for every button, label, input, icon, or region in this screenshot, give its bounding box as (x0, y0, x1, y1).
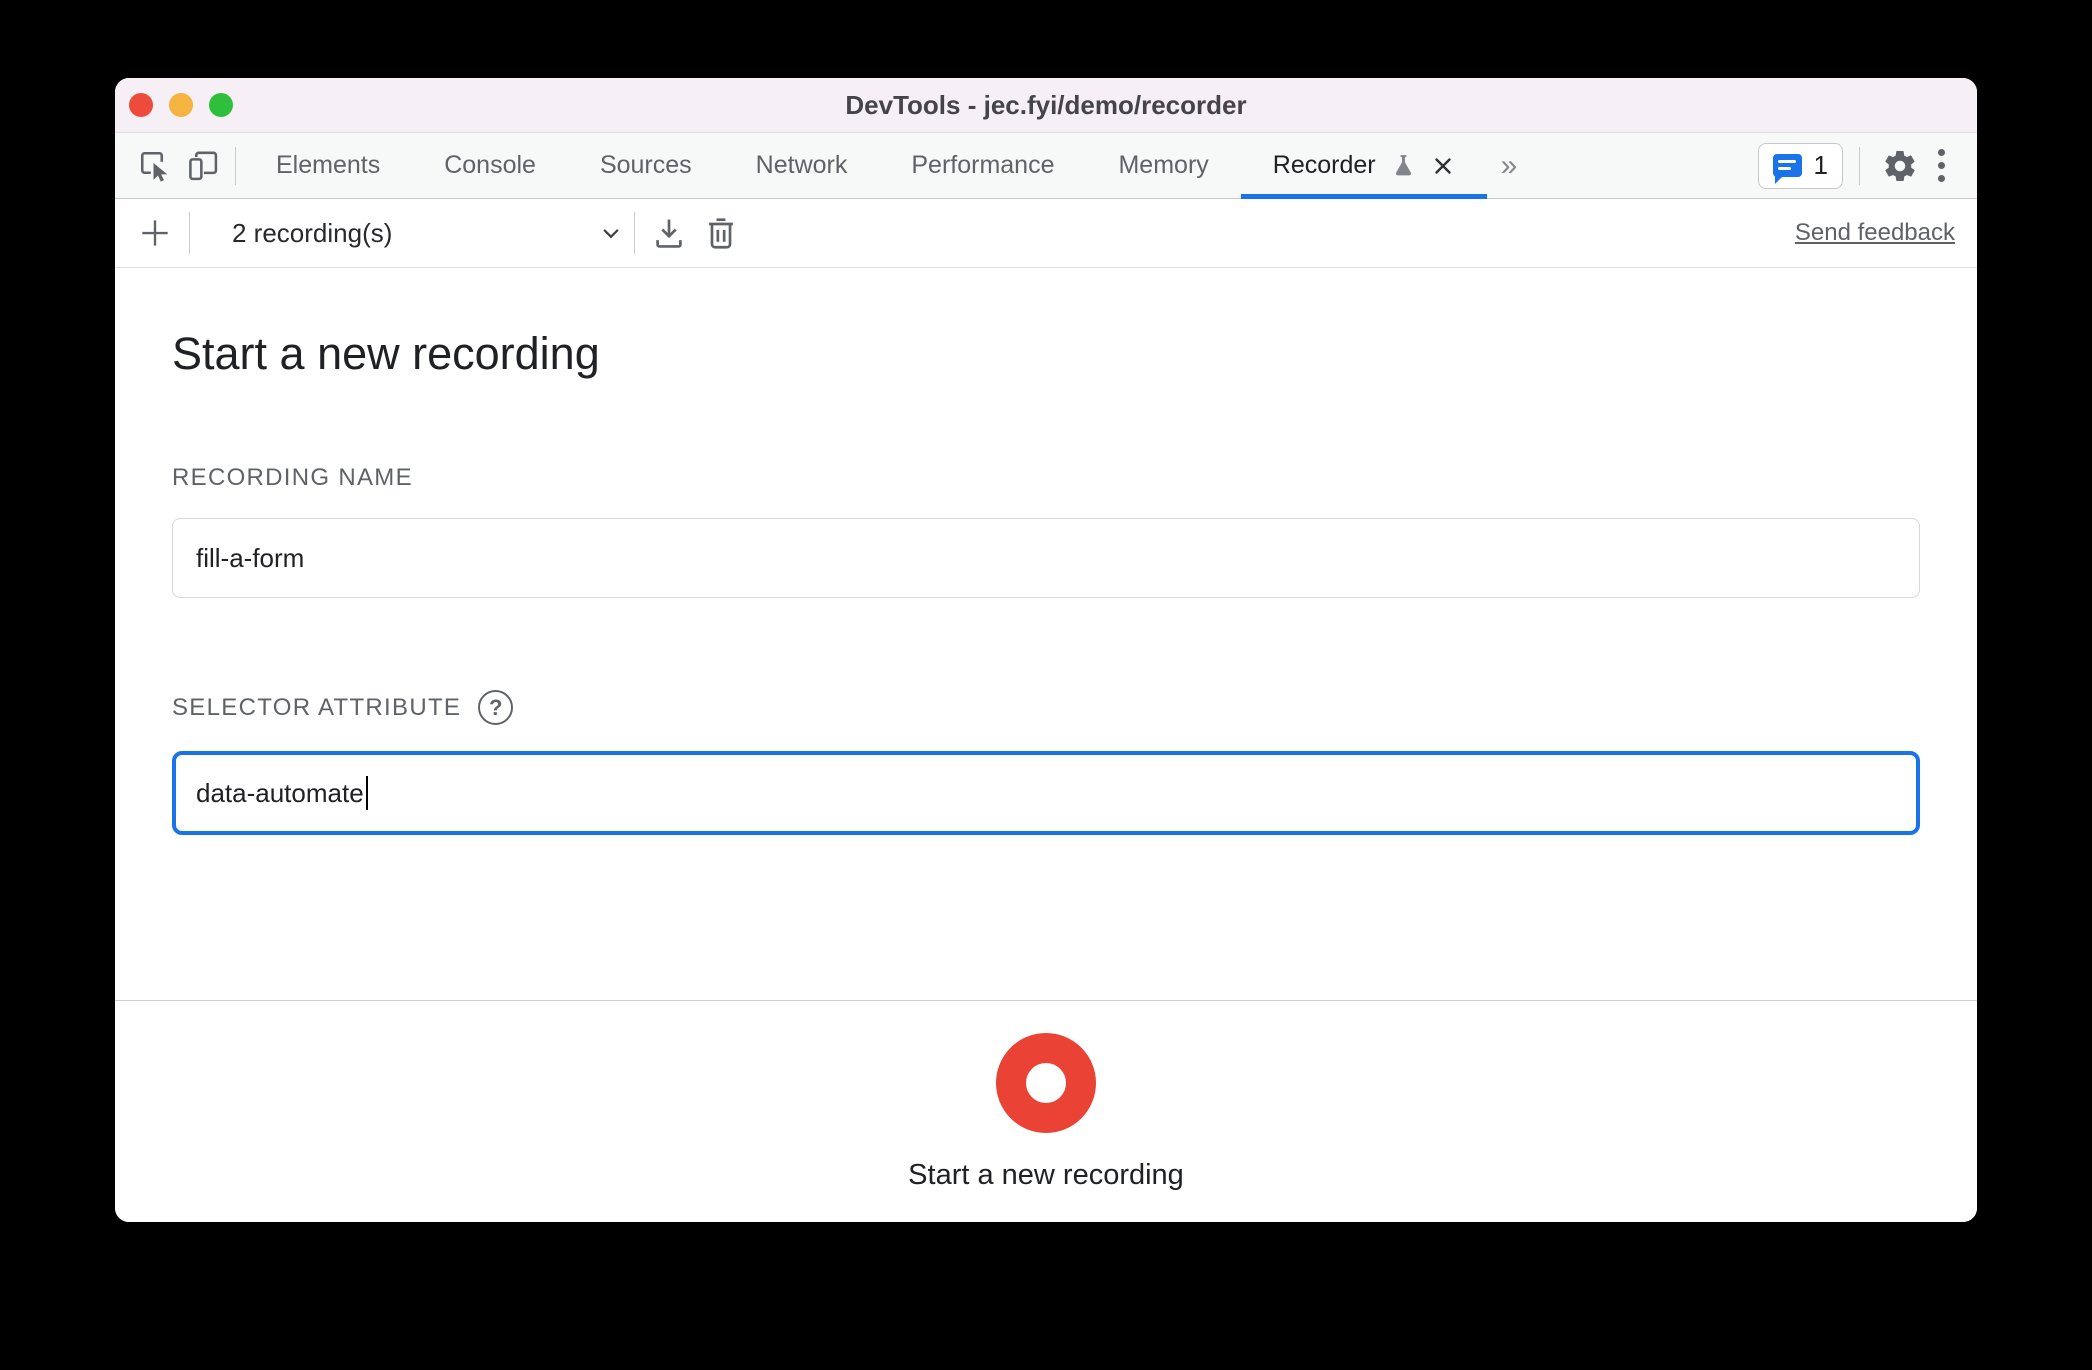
text-cursor (365, 776, 368, 810)
toolbar-divider (634, 212, 635, 254)
export-recording-button[interactable] (643, 214, 695, 252)
double-chevron-icon: » (1500, 148, 1518, 182)
zoom-window-button[interactable] (209, 93, 233, 117)
close-window-button[interactable] (129, 93, 153, 117)
tab-sources[interactable]: Sources (568, 133, 724, 198)
tab-recorder[interactable]: Recorder (1240, 133, 1487, 199)
selector-attribute-input[interactable]: data-automate (172, 751, 1920, 835)
issues-button[interactable]: 1 (1757, 142, 1843, 189)
tabbar-right-controls: 1 (1757, 133, 1977, 198)
device-toolbar-icon (189, 151, 218, 180)
kebab-dot (1938, 162, 1945, 169)
minimize-window-button[interactable] (169, 93, 193, 117)
titlebar: DevTools - jec.fyi/demo/recorder (115, 78, 1977, 133)
more-tabs-button[interactable]: » (1487, 133, 1532, 198)
plus-icon (142, 220, 168, 246)
issues-count: 1 (1813, 150, 1828, 180)
device-toolbar-button[interactable] (179, 133, 227, 198)
kebab-dot (1938, 149, 1945, 156)
selector-attribute-label-row: SELECTOR ATTRIBUTE ? (172, 690, 1920, 725)
recordings-dropdown[interactable]: 2 recording(s) (198, 218, 626, 249)
help-icon[interactable]: ? (478, 690, 514, 725)
recording-name-value: fill-a-form (196, 542, 305, 573)
tab-memory[interactable]: Memory (1086, 133, 1240, 198)
traffic-lights (129, 93, 233, 117)
settings-button[interactable] (1876, 148, 1924, 184)
gear-icon (1885, 150, 1915, 181)
selector-attribute-value: data-automate (196, 777, 364, 808)
devtools-window: DevTools - jec.fyi/demo/recorder Element… (115, 78, 1977, 1222)
recordings-count-label: 2 recording(s) (232, 217, 393, 248)
window-title: DevTools - jec.fyi/demo/recorder (845, 89, 1247, 120)
issues-bubble-icon (1772, 154, 1802, 184)
trash-icon (709, 218, 733, 249)
toolbar-divider (189, 212, 190, 254)
inspect-cursor-icon (140, 151, 168, 182)
selector-attribute-label: SELECTOR ATTRIBUTE (172, 693, 462, 721)
experiment-flask-icon (1395, 155, 1411, 176)
download-icon (656, 219, 682, 248)
more-options-button[interactable] (1924, 143, 1959, 188)
kebab-dot (1938, 175, 1945, 182)
devtools-tabbar: Elements Console Sources Network Perform… (115, 133, 1977, 199)
tab-recorder-label: Recorder (1272, 151, 1376, 179)
tabbar-divider (235, 146, 236, 185)
page-title: Start a new recording (172, 328, 600, 379)
tab-elements[interactable]: Elements (244, 133, 412, 198)
tab-console[interactable]: Console (412, 133, 568, 198)
inspect-element-button[interactable] (131, 133, 179, 198)
recording-name-input[interactable]: fill-a-form (172, 518, 1920, 598)
delete-recording-button[interactable] (695, 214, 747, 252)
tab-network[interactable]: Network (724, 133, 880, 198)
add-recording-button[interactable] (129, 214, 181, 252)
tab-performance[interactable]: Performance (879, 133, 1086, 198)
start-recording-button[interactable] (996, 1033, 1096, 1133)
recording-name-label: RECORDING NAME (172, 464, 413, 491)
record-section: Start a new recording (115, 1000, 1977, 1222)
chevron-down-icon (596, 218, 626, 248)
close-tab-icon[interactable] (1431, 154, 1455, 178)
recorder-start-view: Start a new recording RECORDING NAME fil… (115, 268, 1977, 1000)
start-recording-label: Start a new recording (908, 1159, 1184, 1191)
controls-divider (1859, 146, 1860, 185)
recorder-toolbar: 2 recording(s) Send feedback (115, 199, 1977, 268)
send-feedback-link[interactable]: Send feedback (1795, 219, 1955, 247)
